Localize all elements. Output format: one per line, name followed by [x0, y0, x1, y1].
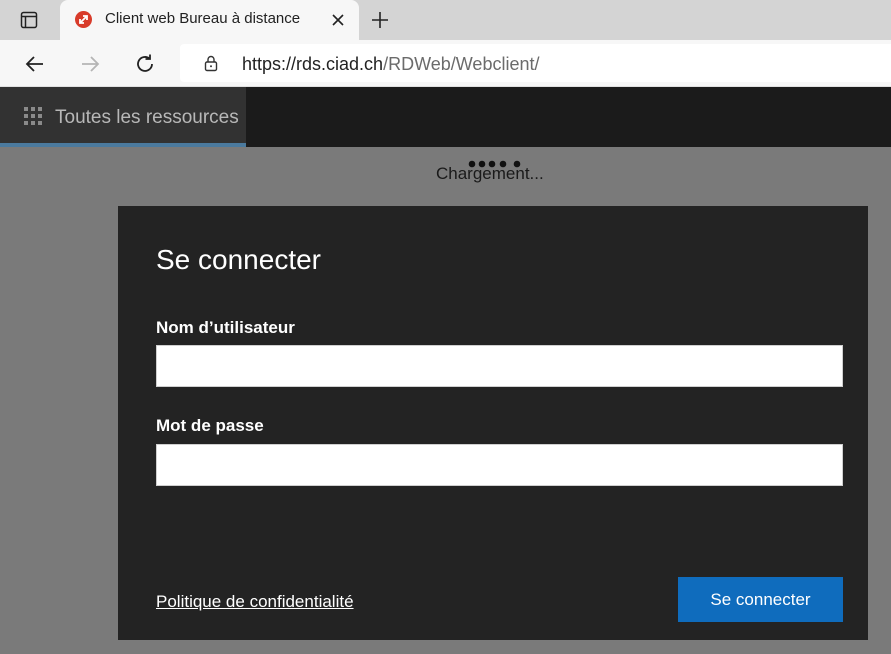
url-text: https://rds.ciad.ch/RDWeb/Webclient/ [242, 54, 539, 75]
tab-actions-icon [20, 11, 38, 29]
sign-in-dialog: Se connecter Nom d’utilisateur Mot de pa… [118, 206, 868, 640]
address-bar[interactable]: https://rds.ciad.ch/RDWeb/Webclient/ [180, 44, 891, 82]
loading-indicator: Chargement... [0, 147, 891, 206]
browser-toolbar: https://rds.ciad.ch/RDWeb/Webclient/ [0, 40, 891, 87]
password-label: Mot de passe [156, 416, 264, 435]
privacy-policy-link[interactable]: Politique de confidentialité [156, 592, 354, 612]
app-header: Toutes les ressources [0, 87, 891, 147]
rdp-icon [75, 11, 92, 28]
sign-in-button[interactable]: Se connecter [678, 577, 843, 622]
lock-icon[interactable] [202, 54, 220, 72]
browser-tab-active[interactable]: Client web Bureau à distance [60, 0, 359, 40]
close-icon[interactable] [328, 10, 348, 30]
loading-text: Chargement... [436, 164, 544, 183]
tab-actions-button[interactable] [0, 0, 58, 40]
back-arrow-icon[interactable] [23, 52, 47, 76]
username-label: Nom d’utilisateur [156, 318, 295, 337]
forward-arrow-icon[interactable] [78, 52, 102, 76]
dialog-title: Se connecter [156, 244, 321, 275]
app-grid-icon [24, 107, 42, 125]
tab-all-resources-label: Toutes les ressources [55, 107, 239, 128]
tab-title: Client web Bureau à distance [105, 10, 301, 27]
tab-all-resources[interactable]: Toutes les ressources [0, 87, 246, 147]
url-host: https://rds.ciad.ch [242, 54, 384, 74]
browser-tab-strip: Client web Bureau à distance [0, 0, 891, 40]
url-path: /RDWeb/Webclient/ [383, 54, 540, 74]
new-tab-icon[interactable] [368, 8, 392, 32]
username-field[interactable] [156, 345, 843, 387]
refresh-icon[interactable] [133, 52, 157, 76]
password-field[interactable] [156, 444, 843, 486]
